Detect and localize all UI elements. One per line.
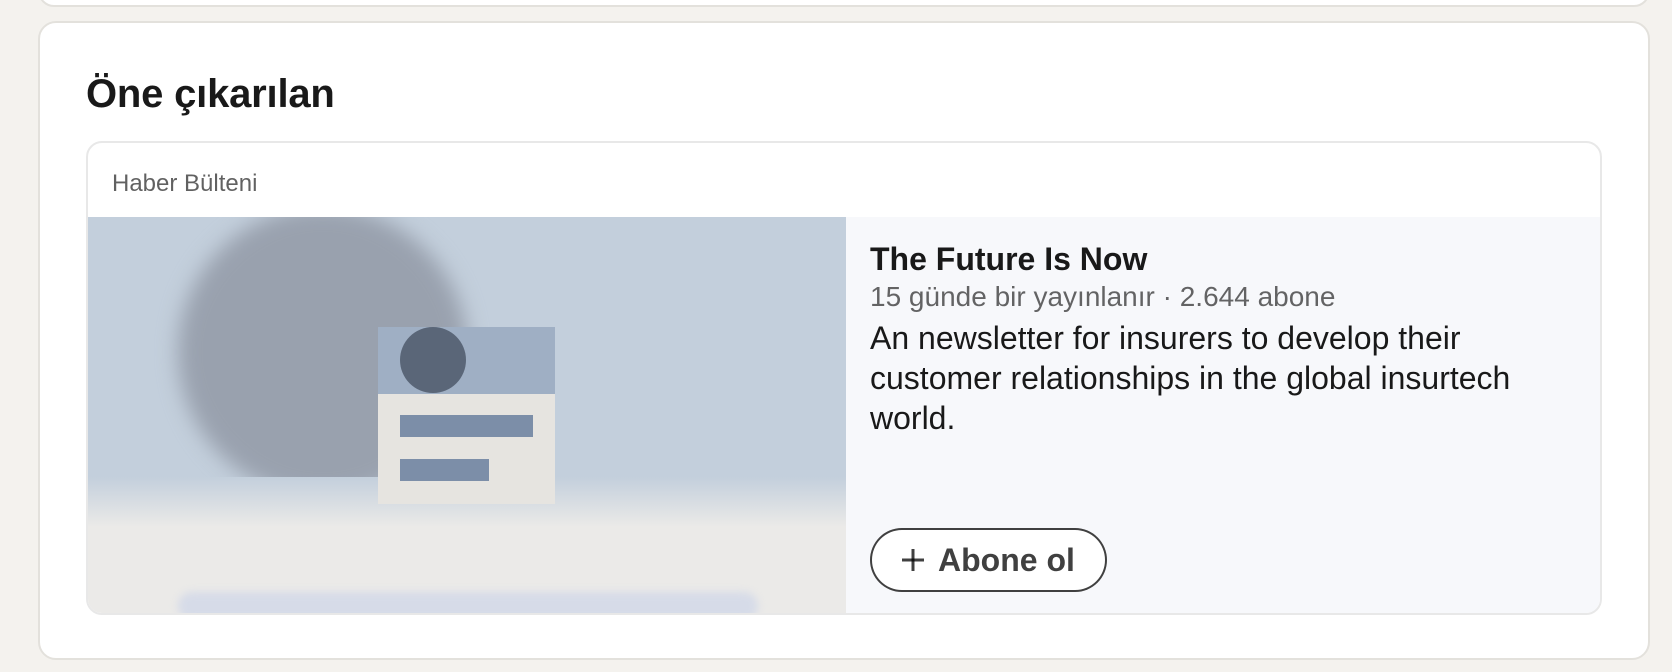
newsletter-title[interactable]: The Future Is Now (870, 239, 1147, 279)
newsletter-cover-image[interactable] (88, 217, 846, 613)
newsletter-meta: 15 günde bir yayınlanır · 2.644 abone (870, 281, 1336, 312)
featured-item-type: Haber Bülteni (112, 170, 258, 197)
placeholder-avatar (400, 327, 466, 393)
cover-blurred-line (178, 592, 758, 613)
plus-icon (900, 547, 926, 573)
previous-section-card (38, 0, 1650, 7)
section-title: Öne çıkarılan (86, 72, 335, 116)
subscribe-button[interactable]: Abone ol (870, 528, 1107, 592)
featured-newsletter-card[interactable]: Haber Bülteni The Future Is Now 15 günde… (86, 141, 1602, 615)
subscribe-label: Abone ol (938, 541, 1075, 578)
newsletter-placeholder-icon (378, 327, 555, 504)
placeholder-line (400, 415, 533, 437)
newsletter-description: An newsletter for insurers to develop th… (870, 320, 1511, 436)
newsletter-details: The Future Is Now 15 günde bir yayınlanı… (846, 217, 1600, 613)
placeholder-line (400, 459, 489, 481)
